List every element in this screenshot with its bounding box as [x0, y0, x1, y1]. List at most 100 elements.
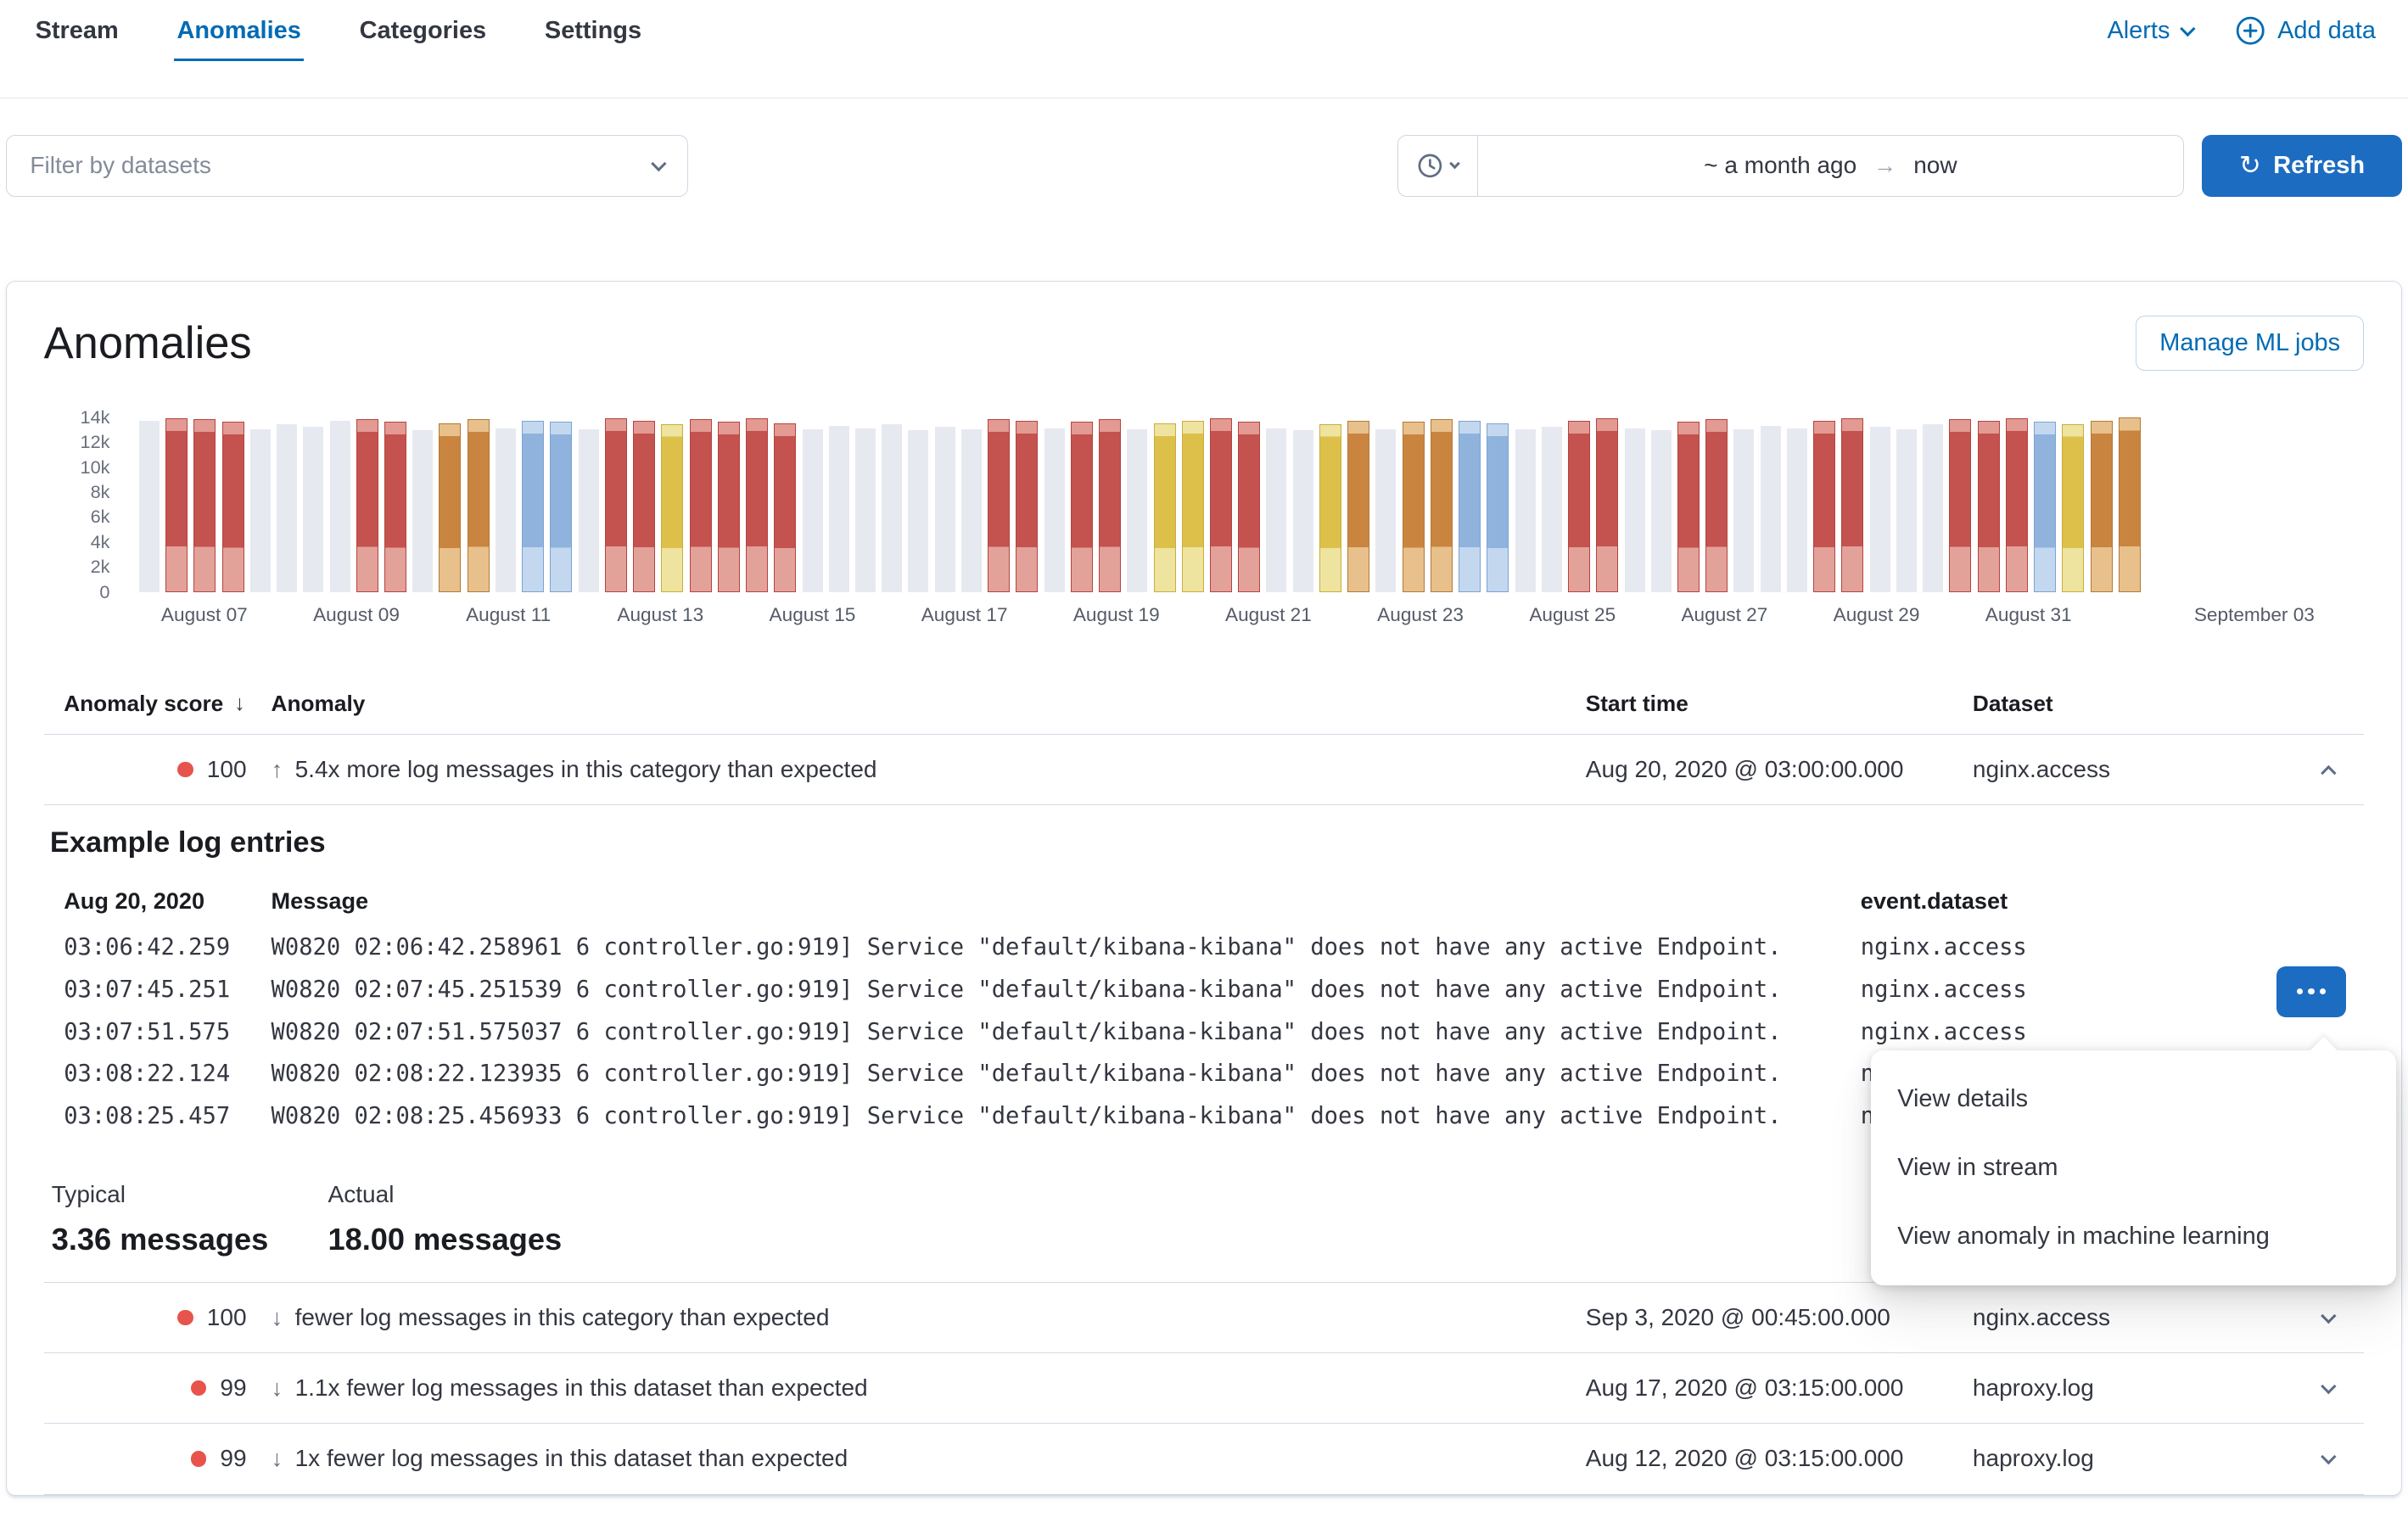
chart-bar[interactable]: [2119, 417, 2141, 592]
chart-bar[interactable]: [468, 419, 490, 591]
collapse-row-button[interactable]: [2295, 760, 2363, 779]
chart-bar[interactable]: [330, 421, 350, 592]
chart-bar[interactable]: [1677, 422, 1700, 592]
chart-bar[interactable]: [803, 429, 823, 592]
chart-bar[interactable]: [605, 418, 627, 592]
chart-bar[interactable]: [1099, 419, 1121, 591]
chart-bar[interactable]: [1761, 426, 1781, 592]
chart-bar[interactable]: [356, 419, 378, 592]
chart-bar[interactable]: [633, 421, 655, 592]
chart-bar[interactable]: [1787, 428, 1807, 592]
chart-bar[interactable]: [1403, 422, 1425, 592]
quick-select-menu-button[interactable]: [1398, 136, 1478, 195]
chart-bar[interactable]: [1266, 428, 1286, 592]
chart-bar[interactable]: [496, 428, 516, 592]
anomaly-row[interactable]: 99 ↓ 1x fewer log messages in this datas…: [44, 1424, 2365, 1494]
chart-bar[interactable]: [222, 422, 244, 592]
date-range-display[interactable]: ~ a month ago → now: [1478, 136, 2183, 195]
column-header-anomaly-score[interactable]: Anomaly score ↓: [44, 691, 272, 717]
anomaly-row[interactable]: 99 ↓ 1.1x fewer log messages in this dat…: [44, 1353, 2365, 1424]
chart-bar[interactable]: [1293, 430, 1313, 591]
chart-bar[interactable]: [855, 428, 876, 592]
chart-bar[interactable]: [193, 419, 216, 591]
chart-bar[interactable]: [2062, 424, 2084, 592]
chart-bar[interactable]: [1705, 419, 1728, 591]
chart-bar[interactable]: [1923, 424, 1943, 592]
chart-bar[interactable]: [935, 427, 955, 592]
expand-row-button[interactable]: [2295, 1313, 2363, 1324]
chart-bar[interactable]: [522, 421, 544, 592]
chart-bar[interactable]: [746, 418, 768, 592]
chart-bar[interactable]: [988, 419, 1010, 591]
chart-bar[interactable]: [1154, 423, 1176, 592]
chart-bar[interactable]: [2034, 422, 2056, 592]
chart-bar[interactable]: [1487, 423, 1509, 592]
chart-bar[interactable]: [1949, 419, 1971, 591]
chart-bar[interactable]: [1375, 429, 1396, 592]
chart-bar[interactable]: [1238, 422, 1260, 592]
chart-bar[interactable]: [1625, 428, 1645, 592]
chart-bar[interactable]: [384, 422, 406, 592]
refresh-button[interactable]: ↻ Refresh: [2202, 135, 2401, 196]
tab-anomalies[interactable]: Anomalies: [174, 0, 305, 61]
chart-bar[interactable]: [1071, 422, 1093, 592]
expand-row-button[interactable]: [2295, 1453, 2363, 1464]
manage-ml-jobs-button[interactable]: Manage ML jobs: [2136, 316, 2364, 371]
log-entry-row[interactable]: 03:06:42.259 W0820 02:06:42.258961 6 con…: [44, 926, 2365, 969]
tab-categories[interactable]: Categories: [356, 0, 490, 61]
chart-bar[interactable]: [718, 422, 740, 592]
chart-bar[interactable]: [829, 426, 849, 592]
date-range-end[interactable]: now: [1913, 152, 1957, 179]
menu-item-view-details[interactable]: View details: [1871, 1065, 2396, 1134]
chart-bar[interactable]: [165, 418, 188, 592]
log-row-actions-button[interactable]: [2276, 966, 2345, 1017]
chart-bar[interactable]: [1347, 421, 1369, 592]
chart-bar[interactable]: [277, 424, 297, 592]
log-entry-row[interactable]: 03:07:51.575 W0820 02:07:51.575037 6 con…: [44, 1011, 2365, 1054]
chart-bar[interactable]: [1127, 429, 1147, 592]
chart-bar[interactable]: [1044, 428, 1065, 592]
chart-bar[interactable]: [550, 422, 572, 592]
chart-bar[interactable]: [908, 430, 928, 591]
chart-bar[interactable]: [2006, 418, 2028, 592]
expand-row-button[interactable]: [2295, 1383, 2363, 1394]
chart-bar[interactable]: [1651, 430, 1672, 591]
chart-bar[interactable]: [1542, 427, 1562, 592]
filter-datasets-select[interactable]: Filter by datasets: [6, 135, 688, 196]
chart-bar[interactable]: [1896, 429, 1917, 592]
chart-bar[interactable]: [139, 421, 160, 592]
log-entry-row[interactable]: 03:07:45.251 W0820 02:07:45.251539 6 con…: [44, 969, 2365, 1011]
tab-settings[interactable]: Settings: [541, 0, 644, 61]
anomaly-row[interactable]: 100 ↑ 5.4x more log messages in this cat…: [44, 735, 2365, 805]
chart-bar[interactable]: [439, 423, 461, 592]
chart-bar[interactable]: [303, 427, 323, 592]
chart-bar[interactable]: [1182, 421, 1204, 592]
add-data-button[interactable]: Add data: [2236, 16, 2376, 45]
chart-bar[interactable]: [1870, 427, 1890, 592]
chart-bar[interactable]: [250, 429, 271, 592]
chart-bar[interactable]: [1515, 429, 1536, 592]
chart-bar[interactable]: [1210, 418, 1232, 592]
anomaly-row[interactable]: 100 ↓ fewer log messages in this categor…: [44, 1283, 2365, 1353]
chart-bar[interactable]: [1459, 421, 1481, 592]
chart-bar[interactable]: [1596, 418, 1618, 592]
chart-bar[interactable]: [882, 424, 902, 592]
tab-stream[interactable]: Stream: [32, 0, 121, 61]
chart-bar[interactable]: [1016, 421, 1038, 592]
chart-bar[interactable]: [1568, 421, 1590, 592]
chart-bar[interactable]: [1978, 421, 2000, 592]
chart-bar[interactable]: [774, 423, 796, 592]
alerts-menu-button[interactable]: Alerts: [2107, 17, 2192, 45]
date-range-start[interactable]: ~ a month ago: [1704, 152, 1856, 179]
chart-bar[interactable]: [2091, 421, 2113, 592]
menu-item-view-anomaly-in-ml[interactable]: View anomaly in machine learning: [1871, 1202, 2396, 1271]
chart-bar[interactable]: [1813, 421, 1835, 592]
chart-bar[interactable]: [579, 429, 599, 592]
chart-bar[interactable]: [1431, 419, 1453, 591]
chart-bar[interactable]: [1841, 418, 1863, 592]
chart-bar[interactable]: [412, 430, 433, 591]
chart-bar[interactable]: [661, 424, 683, 592]
chart-bar[interactable]: [690, 419, 712, 591]
chart-bar[interactable]: [1319, 424, 1341, 592]
chart-bar[interactable]: [961, 429, 982, 592]
